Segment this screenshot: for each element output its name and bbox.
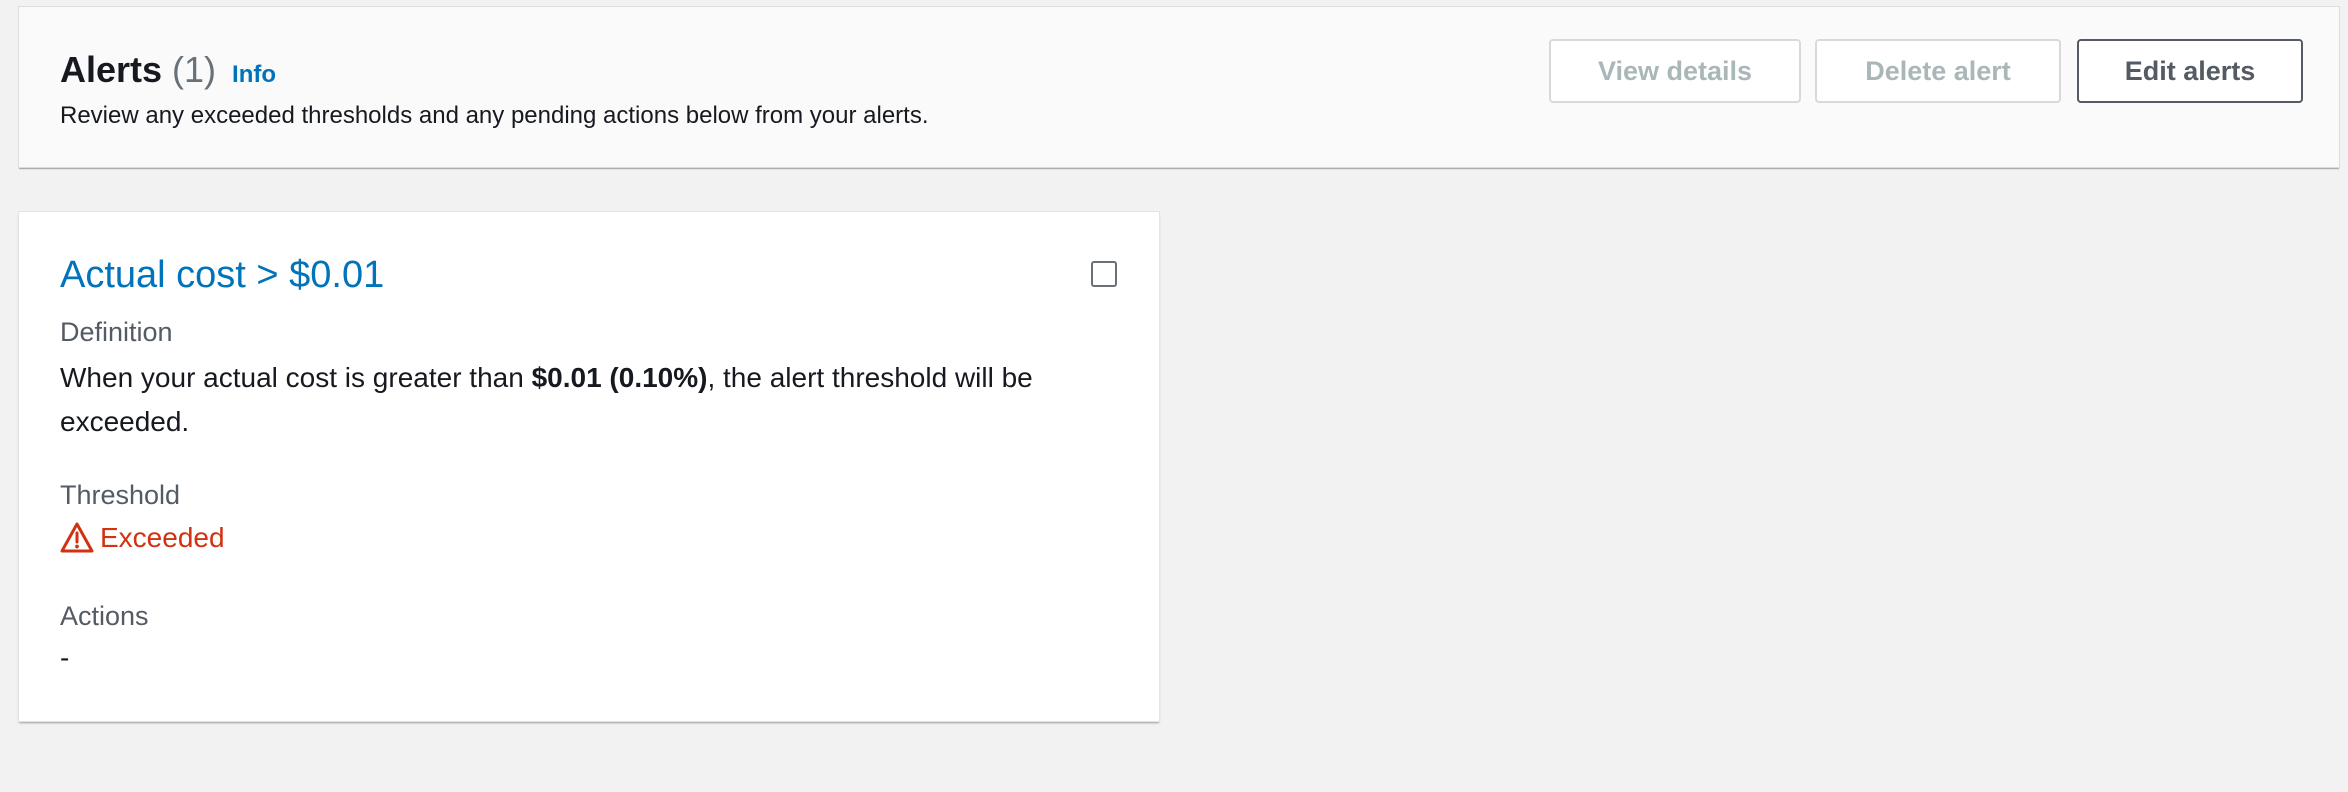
alert-card: Actual cost > $0.01 Definition When your… — [18, 211, 1160, 722]
warning-icon — [60, 522, 94, 553]
threshold-status-text: Exceeded — [100, 522, 225, 553]
alerts-description: Review any exceeded thresholds and any p… — [60, 102, 929, 129]
alerts-header-panel: Alerts (1) Info Review any exceeded thre… — [18, 6, 2340, 168]
definition-text: When your actual cost is greater than $0… — [60, 356, 1120, 444]
delete-alert-button[interactable]: Delete alert — [1815, 39, 2061, 103]
alerts-count: (1) — [172, 49, 217, 90]
edit-alerts-button[interactable]: Edit alerts — [2077, 39, 2303, 103]
alert-select-checkbox[interactable] — [1091, 261, 1117, 287]
actions-label: Actions — [60, 601, 149, 631]
definition-prefix: When your actual cost is greater than — [60, 362, 532, 393]
threshold-label: Threshold — [60, 480, 181, 510]
alerts-title-row: Alerts (1) Info — [60, 49, 276, 91]
definition-label: Definition — [60, 317, 173, 347]
actions-value: - — [60, 642, 70, 673]
alert-card-title[interactable]: Actual cost > $0.01 — [60, 254, 384, 297]
threshold-status: Exceeded — [60, 521, 225, 555]
page-title: Alerts — [60, 49, 163, 90]
definition-amount: $0.01 (0.10%) — [531, 362, 708, 393]
info-link[interactable]: Info — [232, 61, 276, 89]
view-details-button[interactable]: View details — [1549, 39, 1801, 103]
